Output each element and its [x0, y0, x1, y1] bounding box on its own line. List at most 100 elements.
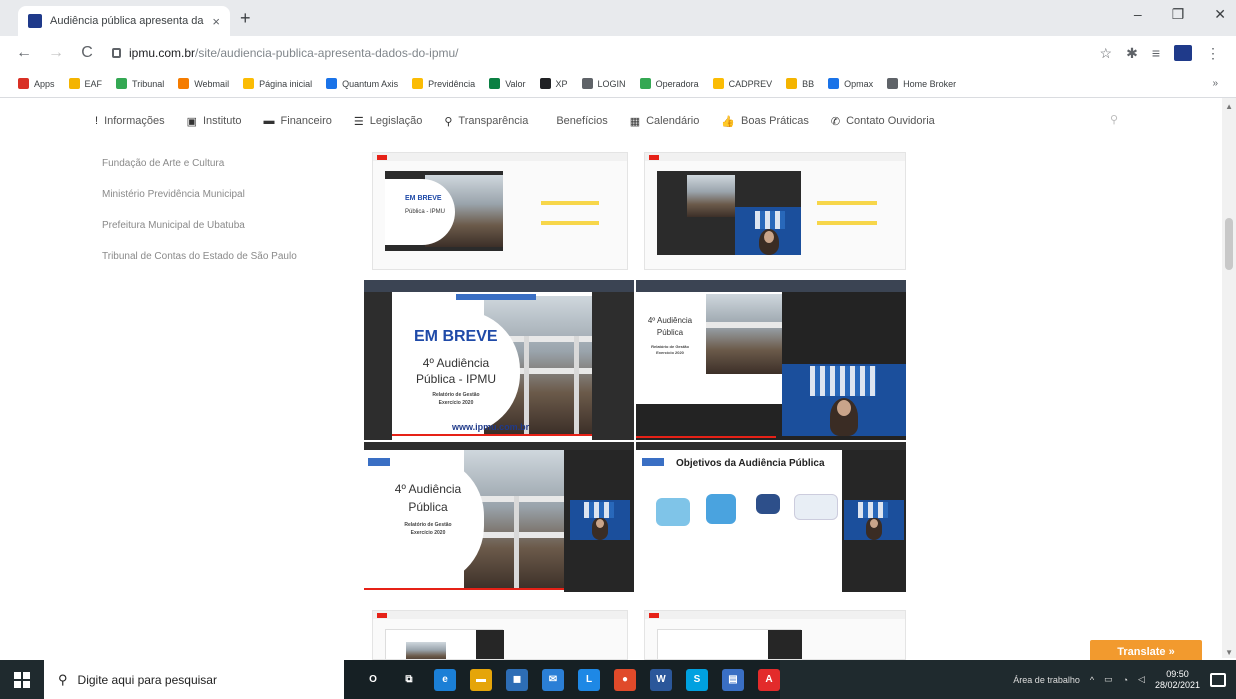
sidebar-link[interactable]: Tribunal de Contas do Estado de São Paul…: [102, 251, 297, 262]
taskbar-app-icon[interactable]: ◼: [506, 668, 528, 691]
bookmark-item[interactable]: Opmax: [828, 78, 873, 89]
minimize-button[interactable]: –: [1134, 6, 1142, 23]
page-scrollbar[interactable]: [1222, 98, 1236, 658]
site-nav-label: Boas Práticas: [741, 115, 809, 127]
browser-tab[interactable]: Audiência pública apresenta da ×: [18, 6, 230, 36]
ipmu-extension-icon[interactable]: [1174, 45, 1192, 61]
bookmark-item[interactable]: Operadora: [639, 78, 699, 89]
bookmark-item[interactable]: EAF: [68, 78, 102, 89]
scroll-down-icon[interactable]: ▼: [1225, 648, 1233, 657]
video-frame[interactable]: Objetivos da Audiência Pública: [636, 442, 906, 592]
network-icon[interactable]: ▭: [1104, 674, 1113, 685]
bookmark-item[interactable]: Tribunal: [116, 78, 164, 89]
taskbar-app-icon[interactable]: e: [434, 668, 456, 691]
maximize-button[interactable]: ❐: [1172, 6, 1185, 23]
volume-icon[interactable]: ◁: [1138, 674, 1145, 685]
new-tab-button[interactable]: +: [240, 8, 251, 29]
site-nav-item[interactable]: ⚲ Transparência: [444, 115, 528, 128]
relatorio-line-1: Relatório de Gestão: [404, 522, 452, 528]
tab-title: Audiência pública apresenta da: [50, 15, 204, 27]
bookmark-item[interactable]: Quantum Axis: [326, 78, 398, 89]
bookmark-item[interactable]: Webmail: [178, 78, 229, 89]
desktop-label[interactable]: Área de trabalho: [1013, 675, 1080, 685]
video-progress-bar[interactable]: [364, 588, 564, 590]
bookmark-item[interactable]: CADPREV: [712, 78, 772, 89]
bookmark-favicon-icon: [68, 78, 80, 89]
more-bookmarks-icon[interactable]: »: [1212, 78, 1218, 89]
bookmark-favicon-icon: [326, 78, 338, 89]
sidebar-links: Fundação de Arte e Cultura Ministério Pre…: [102, 158, 297, 262]
video-progress-bar[interactable]: [392, 434, 592, 436]
video-frame[interactable]: EM BREVE 4º Audiência Pública - IPMU Rel…: [364, 280, 634, 440]
sidebar-link[interactable]: Fundação de Arte e Cultura: [102, 158, 297, 169]
bookmark-item[interactable]: Valor: [489, 78, 526, 89]
taskbar-app-icon[interactable]: ⧉: [398, 669, 420, 691]
relatorio-line-1: Relatório de Gestão: [651, 344, 689, 349]
site-nav-item[interactable]: Benefícios: [550, 115, 607, 127]
bookmark-item[interactable]: XP: [539, 78, 568, 89]
bookmark-favicon-icon: [639, 78, 651, 89]
tray-chevron-icon[interactable]: ^: [1090, 675, 1094, 685]
site-nav-item[interactable]: ▦ Calendário: [630, 115, 700, 128]
webcam-feed: [782, 364, 906, 436]
address-bar[interactable]: ipmu.com.br/site/audiencia-publica-apres…: [112, 46, 1082, 60]
site-url-text: www.ipmu.com.br: [452, 422, 530, 432]
bookmark-item[interactable]: BB: [786, 78, 814, 89]
video-progress-bar[interactable]: [636, 436, 776, 438]
close-window-button[interactable]: ✕: [1214, 6, 1226, 23]
taskbar-app-icon[interactable]: ▬: [470, 668, 492, 691]
slide-header-tag: [456, 294, 536, 300]
bookmark-item[interactable]: Apps: [18, 78, 55, 89]
taskbar-app-icon[interactable]: ●: [614, 668, 636, 691]
bookmark-label: Opmax: [844, 78, 874, 89]
video-frame[interactable]: 4º Audiência Pública Relatório de Gestão…: [636, 280, 906, 440]
site-search-icon[interactable]: ⚲: [1110, 113, 1118, 126]
taskbar-app-icon[interactable]: A: [758, 668, 780, 691]
reading-list-icon[interactable]: ≡: [1152, 45, 1160, 61]
sidebar-link[interactable]: Prefeitura Municipal de Ubatuba: [102, 220, 297, 231]
taskbar-app-icon[interactable]: W: [650, 668, 672, 691]
chat-highlight: [817, 201, 877, 205]
thumbnail-toolbar: [645, 153, 905, 161]
site-nav-label: Instituto: [203, 115, 242, 127]
taskbar-app-icon[interactable]: ▤: [722, 668, 744, 691]
taskbar-app-icon[interactable]: ✉: [542, 668, 564, 691]
site-nav-item[interactable]: 👍 Boas Práticas: [721, 115, 809, 128]
forward-button[interactable]: →: [48, 44, 64, 62]
site-nav-item[interactable]: ▬ Financeiro: [264, 115, 332, 127]
back-button[interactable]: ←: [16, 44, 32, 62]
site-nav-item[interactable]: ▣ Instituto: [187, 115, 242, 128]
close-tab-icon[interactable]: ×: [212, 14, 220, 29]
gallery-thumbnail[interactable]: [644, 152, 906, 270]
taskbar-app-icon[interactable]: S: [686, 668, 708, 691]
bookmark-item[interactable]: Home Broker: [887, 78, 956, 89]
gallery-thumbnail[interactable]: [372, 610, 628, 660]
wifi-icon[interactable]: ◔: [1123, 675, 1128, 685]
bookmark-item[interactable]: Página inicial: [243, 78, 312, 89]
taskbar-app-icon[interactable]: L: [578, 668, 600, 691]
scroll-up-icon[interactable]: ▲: [1225, 102, 1233, 111]
video-frame[interactable]: 4º Audiência Pública Relatório de Gestão…: [364, 442, 634, 592]
gallery-thumbnail[interactable]: [644, 610, 906, 660]
notification-icon[interactable]: [1210, 672, 1226, 687]
gallery-thumbnail[interactable]: EM BREVE Pública - IPMU: [372, 152, 628, 270]
bookmark-item[interactable]: LOGIN: [581, 78, 626, 89]
scrollbar-thumb[interactable]: [1225, 218, 1233, 270]
site-nav-item[interactable]: ! Informações: [95, 115, 165, 127]
reload-button[interactable]: C: [80, 44, 94, 62]
start-button[interactable]: [0, 660, 44, 699]
taskbar-app-icon[interactable]: O: [362, 669, 384, 691]
site-nav-label: Calendário: [646, 115, 700, 127]
extensions-icon[interactable]: ✱: [1126, 45, 1138, 62]
bookmark-label: Apps: [34, 78, 55, 89]
bookmark-star-icon[interactable]: ☆: [1100, 45, 1113, 62]
taskbar-clock[interactable]: 09:50 28/02/2021: [1155, 669, 1200, 691]
site-nav-item[interactable]: ☰ Legislação: [354, 115, 422, 128]
sidebar-link[interactable]: Ministério Previdência Municipal: [102, 189, 297, 200]
taskbar-search[interactable]: ⚲ Digite aqui para pesquisar: [44, 660, 344, 699]
youtube-logo-icon: [649, 613, 659, 618]
bookmark-item[interactable]: Previdência: [412, 78, 475, 89]
browser-menu-icon[interactable]: ⋮: [1206, 45, 1220, 62]
site-nav-label: Contato Ouvidoria: [846, 115, 935, 127]
site-nav-item[interactable]: ✆ Contato Ouvidoria: [831, 115, 935, 128]
